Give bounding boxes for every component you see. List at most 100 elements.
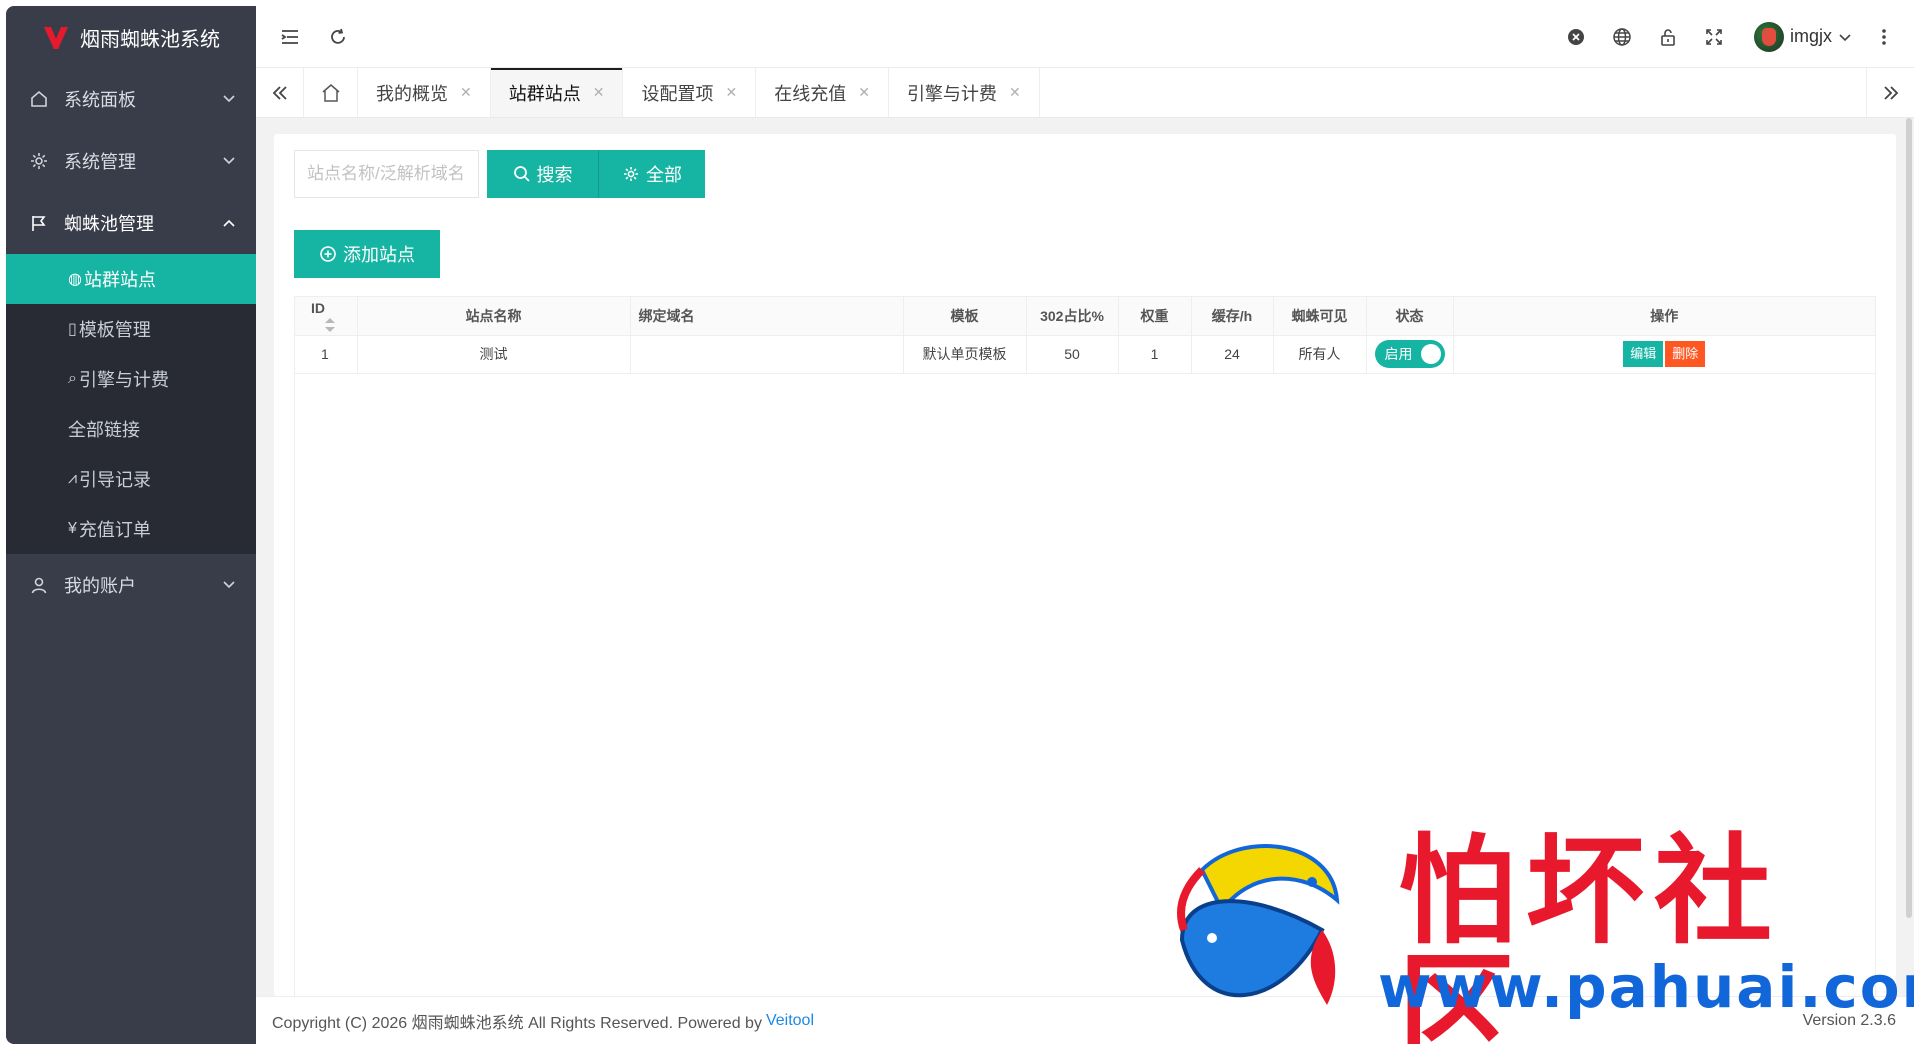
sidebar: 烟雨蜘蛛池系统 系统面板 系统管理 蜘蛛池管理 ◍ 站群站点 ▯ 模板管理 ⌕ …: [6, 6, 256, 1044]
avatar: [1753, 21, 1784, 52]
sidebar-item-site-group[interactable]: ◍ 站群站点: [6, 254, 256, 304]
more-vertical-icon[interactable]: [1864, 17, 1904, 57]
menu-system-manage[interactable]: 系统管理: [6, 130, 256, 192]
tab-recharge[interactable]: 在线充值 ✕: [756, 68, 889, 117]
footer: Copyright (C) 2026 烟雨蜘蛛池系统 All Rights Re…: [256, 996, 1914, 1044]
show-all-label: 全部: [646, 165, 682, 185]
globe-icon: ◍: [68, 271, 82, 288]
sidebar-item-guide-records[interactable]: ⩘ 引导记录: [6, 454, 256, 504]
user-icon: [28, 574, 50, 596]
content-card: 搜索 全部 添加站点 ID 站点名称 绑定域名: [274, 134, 1896, 996]
app-title: 烟雨蜘蛛池系统: [80, 28, 220, 51]
collapse-menu-icon[interactable]: [270, 17, 310, 57]
add-site-button[interactable]: 添加站点: [294, 230, 440, 278]
lock-icon[interactable]: [1648, 17, 1688, 57]
close-icon[interactable]: ✕: [858, 84, 870, 101]
cell-template: 默认单页模板: [903, 335, 1027, 374]
cell-status: 启用: [1366, 335, 1454, 374]
tab-label: 在线充值: [774, 83, 847, 104]
show-all-button[interactable]: 全部: [599, 150, 705, 198]
tab-label: 引擎与计费: [906, 83, 997, 104]
chevron-up-icon: [223, 219, 235, 227]
close-icon[interactable]: ✕: [1009, 84, 1021, 101]
col-id[interactable]: ID: [295, 297, 358, 336]
search-input[interactable]: [294, 150, 479, 198]
menu-spider-pool[interactable]: 蜘蛛池管理: [6, 192, 256, 254]
table-header-row: ID 站点名称 绑定域名 模板 302占比% 权重 缓存/h 蜘蛛可见 状态 操…: [295, 297, 1875, 336]
sidebar-item-label: 引导记录: [79, 470, 152, 490]
menu-my-account[interactable]: 我的账户: [6, 554, 256, 616]
tab-home[interactable]: [304, 68, 358, 117]
refresh-icon[interactable]: [318, 17, 358, 57]
search-bar: 搜索 全部: [294, 150, 705, 198]
menu-label: 蜘蛛池管理: [64, 214, 154, 234]
delete-button[interactable]: 删除: [1665, 341, 1706, 367]
menu-system-panel[interactable]: 系统面板: [6, 68, 256, 130]
chevron-down-icon: [223, 95, 235, 103]
flag-icon: [28, 212, 50, 234]
cell-weight: 1: [1118, 335, 1192, 374]
table-row: 1 测试 默认单页模板 50 1 24 所有人 启用 编辑 删除: [295, 335, 1875, 374]
sidebar-item-label: 模板管理: [78, 320, 151, 340]
sidebar-item-label: 全部链接: [68, 420, 140, 440]
col-id-label: ID: [311, 299, 325, 316]
cell-spider-visible: 所有人: [1273, 335, 1367, 374]
content-scrollbar[interactable]: [1906, 118, 1912, 918]
sidebar-item-engine-billing[interactable]: ⌕ 引擎与计费: [6, 354, 256, 404]
version-text: Version 2.3.6: [1802, 1011, 1896, 1029]
chevron-down-icon: [223, 157, 235, 165]
sidebar-item-label: 引擎与计费: [78, 370, 169, 390]
toggle-knob: [1420, 344, 1441, 364]
user-menu[interactable]: imgjx: [1753, 21, 1852, 52]
copyright-text: Copyright (C) 2026 烟雨蜘蛛池系统 All Rights Re…: [272, 1014, 762, 1032]
tabs-scroll-right-icon[interactable]: [1866, 68, 1914, 117]
globe-icon[interactable]: [1602, 17, 1642, 57]
home-icon: [322, 83, 339, 102]
cell-actions: 编辑 删除: [1453, 335, 1875, 374]
status-toggle-label: 启用: [1384, 346, 1413, 362]
status-toggle[interactable]: 启用: [1374, 340, 1445, 368]
sites-table: ID 站点名称 绑定域名 模板 302占比% 权重 缓存/h 蜘蛛可见 状态 操…: [294, 296, 1876, 996]
col-domain: 绑定域名: [630, 297, 904, 336]
close-icon[interactable]: ✕: [593, 84, 605, 101]
edit-button[interactable]: 编辑: [1623, 341, 1664, 367]
close-icon[interactable]: ✕: [460, 84, 472, 101]
tab-engine-billing[interactable]: 引擎与计费 ✕: [889, 68, 1040, 117]
gear-icon: [624, 167, 638, 181]
col-weight: 权重: [1118, 297, 1192, 336]
sidebar-item-recharge-orders[interactable]: ¥ 充值订单: [6, 504, 256, 554]
cell-site-name: 测试: [357, 335, 631, 374]
cell-domain: [630, 335, 904, 374]
col-actions: 操作: [1453, 297, 1875, 336]
menu-label: 我的账户: [64, 576, 136, 596]
tab-label: 设配置项: [641, 83, 714, 104]
spider-pool-submenu: ◍ 站群站点 ▯ 模板管理 ⌕ 引擎与计费 全部链接 ⩘ 引导记录 ¥ 充值订单: [6, 254, 256, 554]
close-icon[interactable]: ✕: [725, 84, 737, 101]
tab-config[interactable]: 设配置项 ✕: [623, 68, 757, 117]
tab-overview[interactable]: 我的概览 ✕: [358, 68, 491, 117]
col-302-ratio: 302占比%: [1026, 297, 1119, 336]
cell-id: 1: [295, 335, 358, 374]
pulse-icon: ⩘: [68, 470, 78, 487]
sidebar-item-label: 站群站点: [83, 270, 156, 290]
sidebar-item-templates[interactable]: ▯ 模板管理: [6, 304, 256, 354]
template-icon: ▯: [68, 321, 77, 338]
col-site-name: 站点名称: [357, 297, 631, 336]
home-icon: [28, 88, 50, 110]
col-cache: 缓存/h: [1191, 297, 1274, 336]
app-logo[interactable]: 烟雨蜘蛛池系统: [6, 6, 256, 68]
search-button-label: 搜索: [536, 165, 573, 185]
search-icon: [513, 166, 530, 182]
tab-bar: 我的概览 ✕ 站群站点 ✕ 设配置项 ✕ 在线充值 ✕ 引擎与计费 ✕: [256, 68, 1914, 118]
veitool-link[interactable]: Veitool: [766, 1012, 814, 1030]
plus-circle-icon: [320, 246, 336, 262]
fullscreen-icon[interactable]: [1694, 17, 1734, 57]
sidebar-item-all-links[interactable]: 全部链接: [6, 404, 256, 454]
tabs-scroll-left-icon[interactable]: [256, 68, 304, 117]
search-button[interactable]: 搜索: [487, 150, 599, 198]
col-template: 模板: [903, 297, 1027, 336]
sort-icon[interactable]: [325, 317, 335, 332]
clear-cache-icon[interactable]: [1556, 17, 1596, 57]
search-icon: ⌕: [68, 370, 77, 387]
tab-site-group[interactable]: 站群站点 ✕: [490, 68, 624, 117]
